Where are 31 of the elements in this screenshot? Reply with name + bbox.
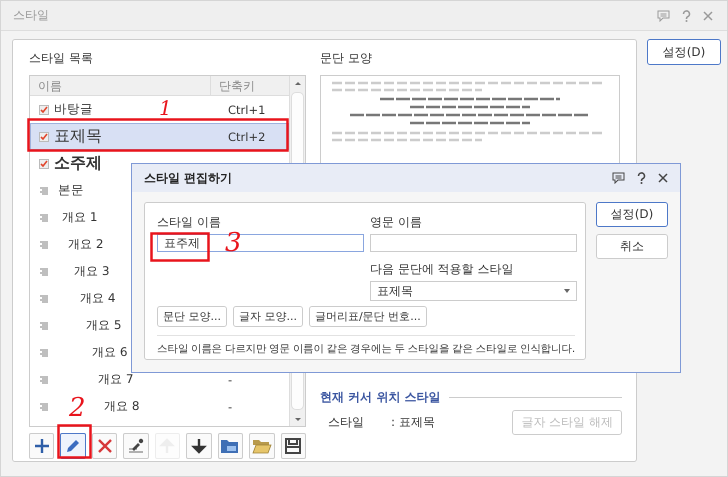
note-text: 스타일 이름은 다르지만 영문 이름이 같은 경우에는 두 스타일을 같은 스타일로 인식합니다. [157,335,575,356]
style-name: 개요 4 [80,290,116,307]
style-name-label: 스타일 이름 [157,215,221,229]
english-name-label: 영문 이름 [370,215,422,229]
style-name: 개요 7 [98,371,134,388]
style-name: 바탕글 [54,101,93,118]
window-title: 스타일 [13,7,49,24]
style-name: 개요 2 [68,236,104,253]
shortcut-text: Ctrl+1 [228,102,266,116]
next-style-label: 다음 문단에 적용할 스타일 [370,262,514,276]
shortcut-text: - [228,400,234,414]
dropdown-value: 표제목 [377,282,413,300]
style-value: : 표제목 [391,414,436,431]
style-name: 개요 6 [92,344,128,361]
style-name: 표제목 [54,126,102,147]
annotation-number: 2 [69,395,86,421]
style-list-label: 스타일 목록 [29,50,94,67]
style-name: 개요 8 [104,398,140,415]
paragraph-preview-label: 문단 모양 [320,50,373,67]
dialog-title: 스타일 편집하기 [144,170,232,186]
style-name: 개요 1 [62,209,98,226]
style-label: 스타일 [328,414,365,431]
field-value: 표주제 [164,234,200,252]
style-name: 본문 [57,182,84,199]
shortcut-text: Ctrl+2 [228,130,266,144]
style-name: 개요 5 [86,317,122,334]
style-name: 소주제 [54,153,102,174]
current-style-heading: 현재 커서 위치 스타일 [320,389,441,406]
shortcut-text: - [228,372,234,386]
style-name: 개요 3 [74,263,110,280]
annotation-number: 1 [159,98,172,118]
